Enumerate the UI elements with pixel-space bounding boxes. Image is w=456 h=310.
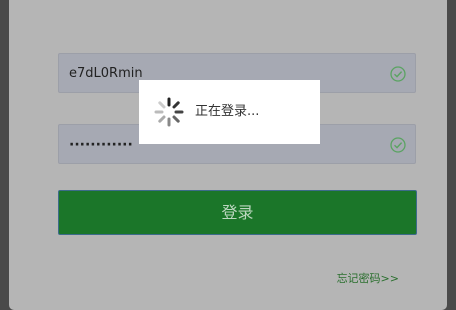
login-button[interactable]: 登录: [58, 190, 417, 235]
forgot-password-link[interactable]: 忘记密码>>: [337, 270, 399, 286]
login-panel: e7dL0Rmin ············ 登录 忘记密码>>: [9, 0, 447, 310]
password-value: ············: [69, 137, 133, 153]
loading-text: 正在登录...: [195, 104, 260, 119]
check-circle-icon: [390, 137, 406, 153]
check-circle-icon: [390, 66, 406, 82]
username-value: e7dL0Rmin: [69, 66, 143, 81]
spinner-icon: [154, 97, 184, 127]
loading-dialog: 正在登录...: [139, 80, 320, 144]
